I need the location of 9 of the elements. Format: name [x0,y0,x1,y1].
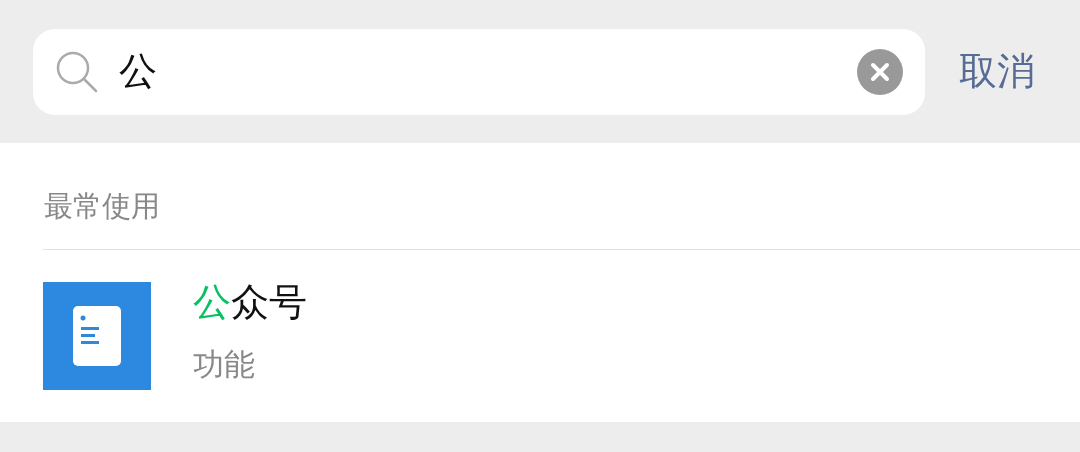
search-field[interactable]: 公 [33,28,925,115]
search-icon [55,49,99,94]
search-input[interactable]: 公 [117,48,839,95]
section-title: 最常使用 [43,143,1080,250]
clear-icon[interactable] [857,48,903,95]
result-category: 功能 [193,344,256,384]
document-icon [43,282,151,390]
result-title[interactable]: 公众号 [193,276,307,328]
cancel-button[interactable]: 取消 [959,46,1035,97]
